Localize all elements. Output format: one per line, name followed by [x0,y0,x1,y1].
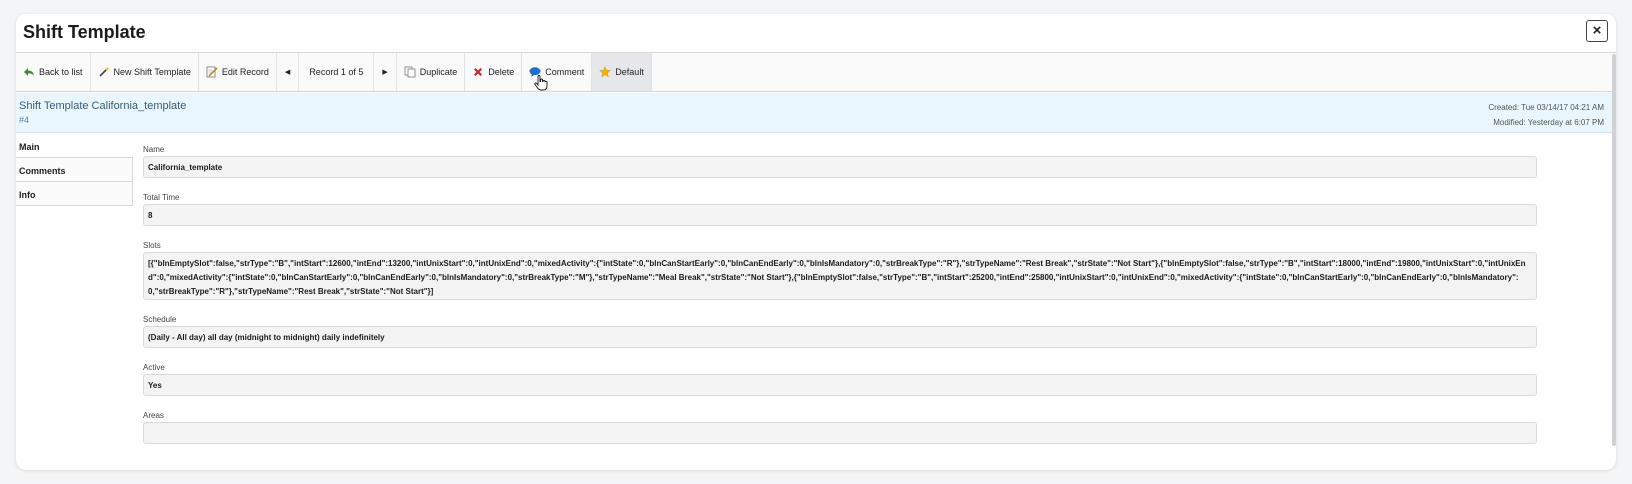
new-shift-template-label: New Shift Template [113,67,191,77]
back-to-list-button[interactable]: Back to list [16,53,91,91]
record-title: Shift Template California_template [19,100,187,112]
created-timestamp: Created: Tue 03/14/17 04:21 AM [1488,103,1604,112]
duplicate-button[interactable]: Duplicate [397,53,466,91]
areas-field[interactable] [143,422,1537,444]
active-field[interactable]: Yes [143,374,1537,396]
next-record-button[interactable]: ▶ [374,53,397,91]
default-button[interactable]: Default [592,53,652,91]
delete-x-icon [474,68,483,76]
comment-button[interactable]: Comment [522,53,593,91]
hand-pointer-icon [534,75,548,91]
record-id: #4 [19,115,30,125]
side-tabs: Main Comments Info [16,134,133,206]
total-time-field[interactable]: 8 [143,204,1537,226]
modal-title: Shift Template [23,22,146,42]
name-label: Name [143,145,165,154]
edit-record-button[interactable]: Edit Record [199,53,277,91]
tab-comments[interactable]: Comments [16,158,133,182]
schedule-label: Schedule [143,315,177,324]
tab-main[interactable]: Main [16,134,133,158]
schedule-field[interactable]: (Daily - All day) all day (midnight to m… [143,326,1537,348]
record-header: Shift Template California_template #4 Cr… [16,93,1612,133]
duplicate-label: Duplicate [419,67,458,77]
tab-info[interactable]: Info [16,182,133,206]
magic-wand-icon [98,66,110,77]
modified-timestamp: Modified: Yesterday at 6:07 PM [1493,118,1604,127]
delete-button[interactable]: Delete [465,53,523,91]
new-shift-template-button[interactable]: New Shift Template [91,53,199,91]
delete-label: Delete [488,67,515,77]
edit-record-label: Edit Record [221,67,269,77]
main-form: Name California_template Total Time 8 Sl… [143,144,1537,444]
previous-record-button[interactable]: ◀ [277,53,300,91]
record-position: Record 1 of 5 [299,53,375,91]
back-arrow-icon [24,68,34,76]
shift-template-modal: Shift Template × Back to list New Shift … [16,14,1616,470]
slots-field[interactable]: [{"blnEmptySlot":false,"strType":"B","in… [143,252,1537,300]
back-to-list-label: Back to list [39,67,83,77]
name-field[interactable]: California_template [143,156,1537,178]
modal-header: Shift Template × [16,14,1616,53]
vertical-scrollbar[interactable] [1612,54,1616,446]
default-label: Default [615,67,644,77]
active-label: Active [143,363,165,372]
total-time-label: Total Time [143,193,180,202]
slots-label: Slots [143,241,161,250]
comment-label: Comment [545,67,585,77]
duplicate-icon [404,66,416,78]
areas-label: Areas [143,411,164,420]
record-toolbar: Back to list New Shift Template Edit Rec… [16,53,1612,92]
star-icon [599,66,612,78]
close-button[interactable]: × [1586,20,1608,42]
edit-pencil-icon [206,66,218,78]
